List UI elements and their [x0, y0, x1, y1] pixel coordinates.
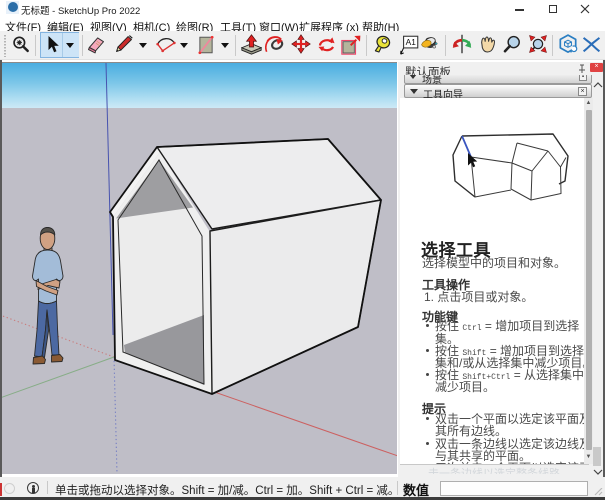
svg-text:A1: A1 — [406, 37, 417, 47]
